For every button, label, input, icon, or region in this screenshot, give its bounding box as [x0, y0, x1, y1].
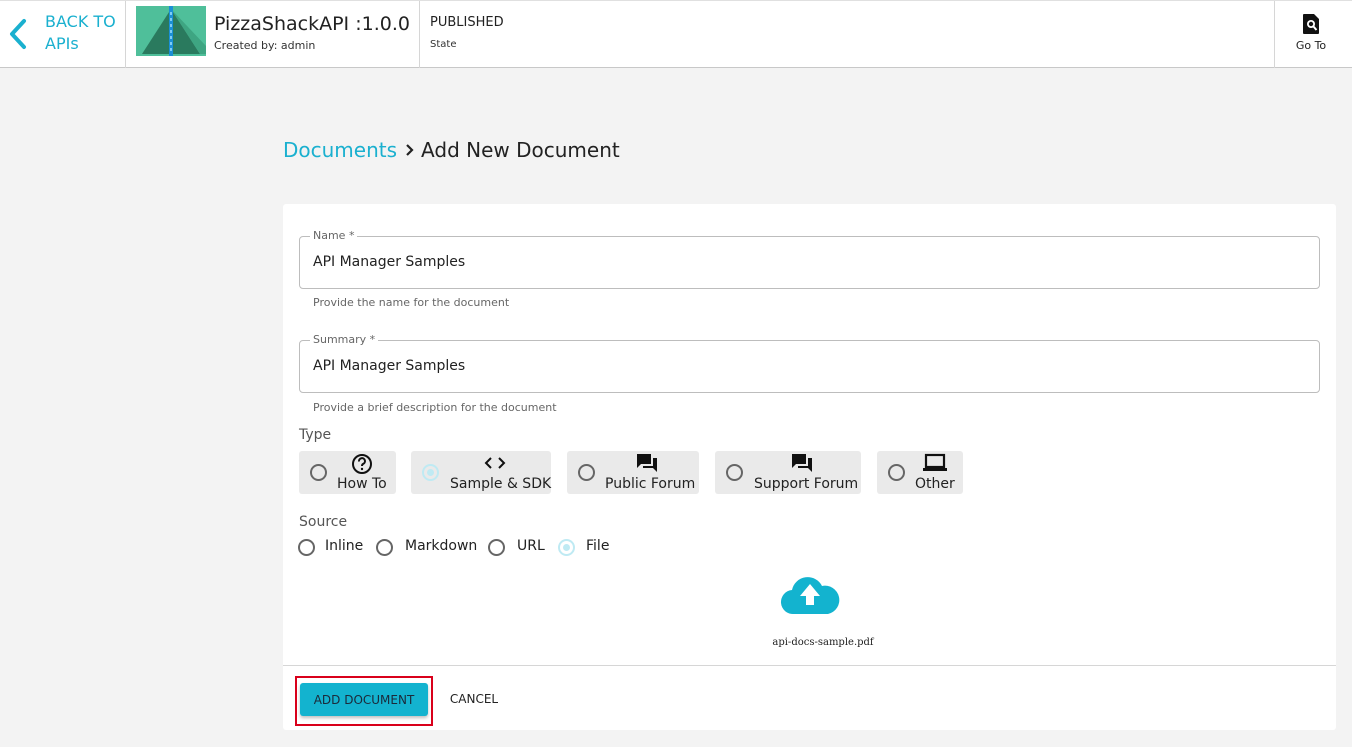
type-label-sample-sdk: Sample & SDK — [450, 476, 552, 492]
breadcrumb: Documents Add New Document — [283, 138, 620, 162]
api-state: PUBLISHED State — [419, 1, 619, 68]
uploaded-file-name: api-docs-sample.pdf — [772, 637, 874, 648]
forum-icon — [792, 454, 812, 472]
radio-markdown[interactable] — [376, 539, 393, 556]
breadcrumb-current: Add New Document — [421, 138, 620, 162]
api-created-by: Created by: admin — [214, 39, 316, 52]
type-option-public-forum[interactable]: Public Forum — [567, 451, 699, 494]
radio-support-forum[interactable] — [726, 464, 743, 481]
radio-sample-sdk[interactable] — [422, 464, 439, 481]
name-field-label: Name * — [310, 229, 358, 242]
top-header: BACK TO APIs PizzaShackAPI :1.0.0 Create… — [0, 0, 1352, 68]
radio-inline[interactable] — [298, 539, 315, 556]
state-label: State — [430, 39, 457, 50]
source-label-markdown: Markdown — [405, 538, 478, 554]
find-in-page-icon — [1303, 14, 1319, 34]
type-option-sample-sdk[interactable]: Sample & SDK — [411, 451, 551, 494]
radio-public-forum[interactable] — [578, 464, 595, 481]
type-label-support-forum: Support Forum — [754, 476, 859, 492]
source-option-url[interactable]: URL — [488, 538, 548, 558]
source-option-markdown[interactable]: Markdown — [376, 538, 478, 558]
type-label-public-forum: Public Forum — [605, 476, 696, 492]
back-to-apis-label: BACK TO APIs — [45, 12, 116, 53]
type-label: Type — [299, 427, 332, 443]
cloud-upload-icon[interactable] — [780, 574, 840, 616]
code-icon — [484, 457, 506, 469]
go-to-button[interactable]: Go To — [1274, 1, 1352, 68]
summary-field-label: Summary * — [310, 333, 379, 346]
type-option-other[interactable]: Other — [877, 451, 963, 494]
name-field[interactable]: Name * — [299, 229, 1320, 289]
add-document-button[interactable]: ADD DOCUMENT — [300, 683, 428, 716]
radio-file[interactable] — [558, 539, 575, 556]
source-label-url: URL — [517, 538, 545, 554]
chevron-right-icon — [405, 143, 415, 157]
cancel-button[interactable]: CANCEL — [445, 685, 503, 713]
type-label-how-to: How To — [337, 476, 387, 492]
forum-icon — [637, 454, 657, 472]
source-option-file[interactable]: File — [558, 538, 618, 558]
summary-field[interactable]: Summary * — [299, 333, 1320, 393]
chevron-left-icon — [10, 19, 26, 49]
type-label-other: Other — [915, 476, 955, 492]
type-option-support-forum[interactable]: Support Forum — [715, 451, 861, 494]
divider — [283, 665, 1336, 666]
api-name: PizzaShackAPI :1.0.0 — [214, 13, 410, 35]
breadcrumb-documents-link[interactable]: Documents — [283, 138, 397, 162]
source-label-file: File — [586, 538, 610, 554]
radio-other[interactable] — [888, 464, 905, 481]
help-circle-icon — [352, 454, 372, 474]
add-document-form: Name * Provide the name for the document… — [283, 204, 1336, 730]
radio-how-to[interactable] — [310, 464, 327, 481]
go-to-label: Go To — [1295, 39, 1327, 52]
summary-input[interactable] — [313, 358, 1303, 374]
source-option-inline[interactable]: Inline — [298, 538, 368, 558]
laptop-icon — [923, 453, 947, 471]
summary-helper-text: Provide a brief description for the docu… — [313, 401, 557, 414]
state-value: PUBLISHED — [430, 15, 504, 30]
name-helper-text: Provide the name for the document — [313, 296, 510, 309]
add-document-highlight: ADD DOCUMENT — [295, 676, 433, 726]
radio-url[interactable] — [488, 539, 505, 556]
type-option-how-to[interactable]: How To — [299, 451, 396, 494]
api-thumbnail — [136, 6, 206, 56]
back-to-apis-button[interactable]: BACK TO APIs — [0, 1, 126, 68]
source-label: Source — [299, 514, 348, 530]
name-input[interactable] — [313, 254, 1303, 270]
source-label-inline: Inline — [325, 538, 364, 554]
